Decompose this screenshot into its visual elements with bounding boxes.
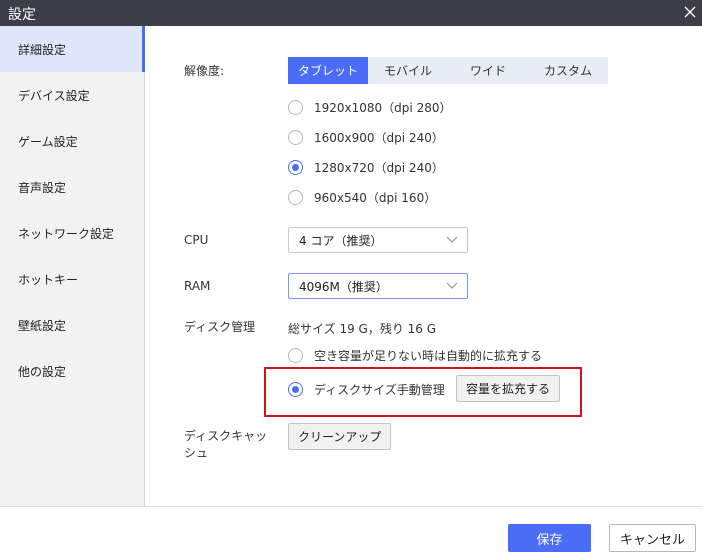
close-button[interactable] — [680, 1, 700, 23]
sidebar-item-label: ホットキー — [18, 272, 79, 287]
cancel-button[interactable]: キャンセル — [609, 524, 696, 552]
radio-button[interactable] — [288, 348, 303, 363]
settings-panel: 解像度: タブレット モバイル ワイド カスタム 1920x1080（dpi 2… — [145, 26, 702, 506]
radio-button[interactable] — [288, 100, 303, 115]
sidebar-item-wallpaper[interactable]: 壁紙設定 — [0, 302, 144, 348]
sidebar-item-label: 他の設定 — [18, 364, 67, 379]
chevron-down-icon — [446, 236, 458, 243]
sidebar-item-label: 音声設定 — [18, 180, 67, 195]
radio-label: 1920x1080（dpi 280） — [314, 101, 452, 115]
sidebar-item-network[interactable]: ネットワーク設定 — [0, 210, 144, 256]
title-bar: 設定 — [0, 0, 702, 26]
sidebar-item-label: 詳細設定 — [18, 42, 67, 57]
sidebar-item-game[interactable]: ゲーム設定 — [0, 118, 144, 164]
ram-select-value: 4096M（推奨） — [299, 279, 388, 294]
disk-summary: 総サイズ 19 G，残り 16 G — [288, 322, 437, 336]
cpu-select-value: 4 コア（推奨） — [299, 233, 383, 248]
footer: 保存 キャンセル — [0, 506, 702, 559]
resolution-option-1920[interactable]: 1920x1080（dpi 280） — [288, 99, 451, 116]
sidebar-item-advanced[interactable]: 詳細設定 — [0, 26, 145, 72]
expand-capacity-button[interactable]: 容量を拡充する — [456, 375, 561, 402]
radio-label: 1280x720（dpi 240） — [314, 161, 444, 175]
radio-button[interactable] — [288, 382, 303, 397]
radio-label: 空き容量が足りない時は自動的に拡充する — [314, 349, 543, 363]
resolution-option-1600[interactable]: 1600x900（dpi 240） — [288, 129, 444, 146]
tab-mobile[interactable]: モバイル — [368, 57, 448, 84]
sidebar-item-audio[interactable]: 音声設定 — [0, 164, 144, 210]
cpu-label: CPU — [184, 233, 209, 247]
save-button[interactable]: 保存 — [508, 524, 591, 552]
radio-button[interactable] — [288, 130, 303, 145]
ram-label: RAM — [184, 279, 211, 293]
resolution-option-960[interactable]: 960x540（dpi 160） — [288, 189, 436, 206]
resolution-option-1280[interactable]: 1280x720（dpi 240） — [288, 159, 444, 176]
ram-select[interactable]: 4096M（推奨） — [288, 273, 468, 299]
disk-cache-label: ディスクキャッ シュ — [184, 428, 267, 462]
resolution-tabs: タブレット モバイル ワイド カスタム — [288, 57, 608, 84]
disk-label: ディスク管理 — [184, 320, 256, 334]
disk-manual-option[interactable]: ディスクサイズ手動管理 — [288, 381, 445, 398]
disk-cache-label-line1: ディスクキャッ — [184, 429, 268, 443]
radio-button[interactable] — [288, 190, 303, 205]
cpu-select[interactable]: 4 コア（推奨） — [288, 227, 468, 253]
sidebar-item-hotkey[interactable]: ホットキー — [0, 256, 144, 302]
sidebar: 詳細設定 デバイス設定 ゲーム設定 音声設定 ネットワーク設定 ホットキー 壁紙… — [0, 26, 145, 506]
sidebar-item-other[interactable]: 他の設定 — [0, 348, 144, 394]
sidebar-item-label: 壁紙設定 — [18, 318, 67, 333]
tab-wide[interactable]: ワイド — [448, 57, 528, 84]
disk-cache-label-line2: シュ — [184, 446, 209, 460]
sidebar-item-label: デバイス設定 — [18, 88, 90, 103]
resolution-label: 解像度: — [184, 64, 225, 78]
sidebar-item-label: ネットワーク設定 — [18, 226, 115, 241]
cleanup-button[interactable]: クリーンアップ — [288, 423, 392, 450]
sidebar-item-device[interactable]: デバイス設定 — [0, 72, 144, 118]
radio-label: 1600x900（dpi 240） — [314, 131, 444, 145]
radio-label: 960x540（dpi 160） — [314, 191, 437, 205]
radio-label: ディスクサイズ手動管理 — [314, 383, 445, 397]
tab-custom[interactable]: カスタム — [528, 57, 608, 84]
close-icon — [684, 6, 696, 18]
disk-auto-expand-option[interactable]: 空き容量が足りない時は自動的に拡充する — [288, 347, 542, 364]
chevron-down-icon — [446, 282, 458, 289]
window-title: 設定 — [8, 7, 36, 23]
sidebar-item-label: ゲーム設定 — [18, 134, 78, 149]
radio-button[interactable] — [288, 160, 303, 175]
tab-tablet[interactable]: タブレット — [288, 57, 368, 84]
